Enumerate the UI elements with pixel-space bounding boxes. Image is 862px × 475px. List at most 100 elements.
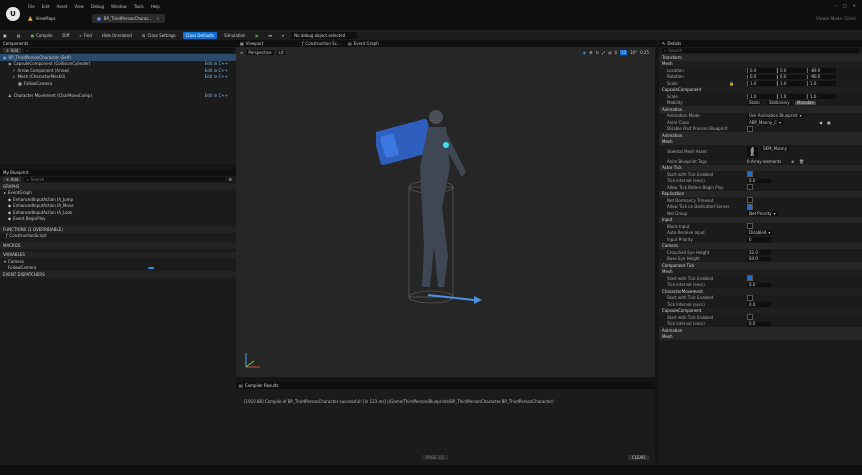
- net-group-select[interactable]: Net Priority ▾: [747, 211, 778, 216]
- debug-object-select[interactable]: No debug object selected: [291, 31, 358, 39]
- tick-interval-input[interactable]: 0.0: [747, 178, 771, 183]
- menu-view[interactable]: View: [74, 4, 84, 9]
- ct-mesh-tick-checkbox[interactable]: [747, 275, 753, 282]
- menu-edit[interactable]: Edit: [42, 4, 50, 9]
- scale-z-input[interactable]: 1.0: [807, 81, 836, 86]
- disable-post-process-checkbox[interactable]: [747, 125, 753, 132]
- delete-icon[interactable]: 🗑: [799, 159, 804, 164]
- animation-mode-select[interactable]: Use Animation Blueprint ▾: [747, 113, 804, 118]
- simulation-button[interactable]: Simulation: [221, 32, 248, 39]
- function-item-construction[interactable]: ƒ ConstructionScript: [0, 233, 236, 240]
- tick-before-play-checkbox[interactable]: [747, 184, 753, 191]
- hide-unrelated-button[interactable]: Hide Unrelated: [99, 32, 135, 39]
- menu-help[interactable]: Help: [151, 4, 160, 9]
- capsule-scale-y-input[interactable]: 1.0: [777, 94, 806, 99]
- component-item-camera[interactable]: ■ FollowCamera: [0, 80, 236, 87]
- location-x-input[interactable]: 0.0: [747, 68, 776, 73]
- rotation-y-input[interactable]: 0.0: [777, 74, 806, 79]
- angle-snap-value[interactable]: 10°: [630, 50, 637, 55]
- add-blueprint-item-button[interactable]: + Add: [3, 177, 22, 182]
- menu-debug[interactable]: Debug: [91, 4, 104, 9]
- tab-viewport[interactable]: ▦ Viewport: [240, 41, 263, 46]
- lit-toggle[interactable]: Lit: [276, 50, 286, 55]
- pause-button[interactable]: ⏸: [279, 32, 287, 39]
- viewport-3d[interactable]: ≡ Perspective Lit ◉ ✥ ↻ ⤢ ◍ ⌗ 10 10° 0.2…: [236, 47, 655, 377]
- input-priority-input[interactable]: 0: [747, 237, 771, 242]
- class-settings-button[interactable]: ⚙ Class Settings: [139, 32, 179, 39]
- event-item[interactable]: ◆ Event BeginPlay: [0, 216, 236, 223]
- compiler-results-tab[interactable]: ▤ Compiler Results: [236, 382, 655, 389]
- tab-construction-script[interactable]: ƒ Construction Sc...: [302, 41, 341, 46]
- section-ct-mesh-2[interactable]: Mesh: [659, 333, 862, 340]
- tick-enabled-checkbox[interactable]: [747, 171, 753, 178]
- location-z-input[interactable]: -89.0: [807, 68, 836, 73]
- edit-in-cpp-link[interactable]: Edit in C++: [205, 93, 228, 98]
- skeletal-mesh-thumbnail[interactable]: [747, 146, 758, 157]
- project-tab[interactable]: ▲ ViewMaps: [28, 15, 56, 22]
- compile-button[interactable]: ● Compile: [28, 32, 56, 39]
- ct-charmove-tick-checkbox[interactable]: [747, 294, 753, 301]
- world-icon[interactable]: ◍: [608, 50, 612, 55]
- grid-snap-value[interactable]: 10: [619, 50, 627, 55]
- capsule-scale-z-input[interactable]: 1.0: [807, 94, 836, 99]
- edit-in-cpp-link[interactable]: Edit in C++: [205, 68, 228, 73]
- base-eye-input[interactable]: 64.0: [747, 256, 771, 261]
- lock-icon[interactable]: 🔒: [729, 81, 734, 86]
- mobility-stationary-option[interactable]: Stationary: [767, 100, 792, 105]
- minimize-icon[interactable]: –: [835, 3, 837, 8]
- component-item-charmove[interactable]: ♟ Character Movement (CharMoveComp) Edit…: [0, 93, 236, 100]
- auto-receive-input-select[interactable]: Disabled ▾: [747, 230, 773, 235]
- section-event-dispatchers[interactable]: EVENT DISPATCHERS: [0, 271, 236, 278]
- location-y-input[interactable]: 0.0: [777, 68, 806, 73]
- menu-tools[interactable]: Tools: [134, 4, 144, 9]
- menu-icon[interactable]: ≡: [240, 50, 243, 55]
- ct-charmove-interval-input[interactable]: 0.0: [747, 302, 771, 307]
- scale-snap-value[interactable]: 0.25: [640, 50, 649, 55]
- close-icon[interactable]: ×: [156, 16, 159, 21]
- tick-dedicated-checkbox[interactable]: [747, 203, 753, 210]
- character-preview[interactable]: [376, 97, 506, 327]
- section-macros[interactable]: MACROS: [0, 242, 236, 249]
- details-search-input[interactable]: ⌕ Search: [662, 48, 859, 53]
- add-element-icon[interactable]: ⊕: [791, 159, 794, 164]
- edit-in-cpp-link[interactable]: Edit in C++: [205, 74, 228, 79]
- play-button[interactable]: ▶: [252, 32, 261, 39]
- components-search-input[interactable]: ⌕: [24, 48, 233, 53]
- skeletal-mesh-select[interactable]: SKM_Manny: [761, 146, 789, 151]
- settings-gear-icon[interactable]: ⚙: [228, 177, 232, 182]
- add-component-button[interactable]: + Add: [3, 48, 22, 53]
- net-dormancy-checkbox[interactable]: [747, 197, 753, 204]
- unreal-logo-icon[interactable]: U: [6, 7, 20, 21]
- translate-icon[interactable]: ✥: [589, 50, 592, 55]
- scale-x-input[interactable]: 1.0: [747, 81, 776, 86]
- maximize-icon[interactable]: □: [843, 3, 847, 8]
- class-defaults-button[interactable]: Class Defaults: [182, 31, 218, 39]
- skip-button[interactable]: ⏭: [266, 32, 276, 39]
- clear-button[interactable]: CLEAR: [627, 455, 649, 460]
- mobility-movable-option[interactable]: Movable: [795, 100, 816, 105]
- perspective-toggle[interactable]: Perspective: [246, 50, 274, 55]
- menu-window[interactable]: Window: [111, 4, 127, 9]
- scale-y-input[interactable]: 1.0: [777, 81, 806, 86]
- select-mode-icon[interactable]: ◉: [583, 50, 587, 55]
- use-selected-icon[interactable]: ▣: [827, 120, 831, 125]
- menu-file[interactable]: File: [28, 4, 35, 9]
- edit-in-cpp-link[interactable]: Edit in C++: [205, 61, 228, 66]
- save-button[interactable]: ▣: [0, 32, 10, 39]
- my-blueprint-search-input[interactable]: ⌕ Search: [24, 177, 226, 182]
- scale-icon[interactable]: ⤢: [602, 50, 605, 55]
- anim-class-select[interactable]: ABP_Manny_C ▾: [747, 120, 784, 125]
- block-input-checkbox[interactable]: [747, 223, 753, 230]
- capsule-scale-x-input[interactable]: 1.0: [747, 94, 776, 99]
- ct-mesh-interval-input[interactable]: 0.0: [747, 282, 771, 287]
- rotate-icon[interactable]: ↻: [596, 50, 599, 55]
- surface-snap-icon[interactable]: ⌗: [615, 50, 617, 55]
- blueprint-tab[interactable]: ■ BP_ThirdPersonCharac... ×: [92, 14, 165, 23]
- ct-capsule-tick-checkbox[interactable]: [747, 314, 753, 321]
- mobility-static-option[interactable]: Static: [747, 100, 763, 105]
- browse-asset-icon[interactable]: ◀: [819, 120, 822, 125]
- crouched-eye-input[interactable]: 32.0: [747, 250, 771, 255]
- tab-event-graph[interactable]: ▤ Event Graph: [348, 41, 379, 46]
- rotation-x-input[interactable]: 0.0: [747, 74, 776, 79]
- browse-button[interactable]: ▤: [14, 32, 24, 39]
